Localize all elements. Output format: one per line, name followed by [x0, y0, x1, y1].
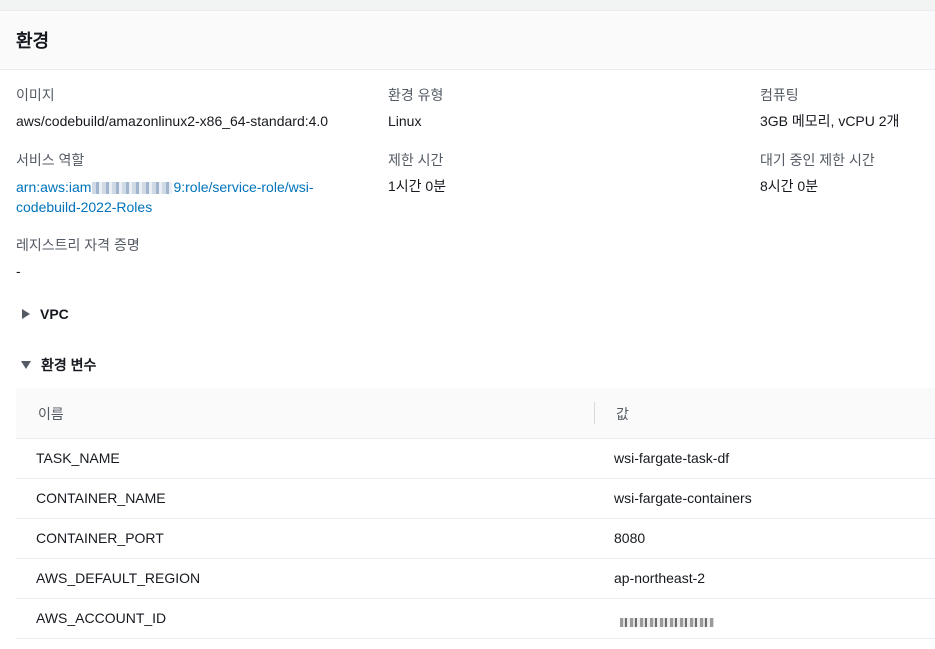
- registry-credential-value: -: [16, 263, 21, 279]
- table-row: AWS_DEFAULT_REGION ap-northeast-2: [16, 559, 935, 599]
- env-var-value: ap-northeast-2: [614, 570, 706, 586]
- redacted-account-id: [92, 182, 173, 195]
- env-vars-table: 이름 값 TASK_NAME wsi-fargate-task-df CONTA…: [16, 388, 935, 639]
- panel-title: 환경: [16, 31, 50, 51]
- image-label: 이미지: [16, 87, 55, 103]
- service-role-field: 서비스 역할 arn:aws:iam 9:role/service-role/ws…: [16, 151, 356, 217]
- env-type-label: 환경 유형: [388, 87, 444, 103]
- caret-right-icon: [22, 309, 30, 319]
- table-row: CONTAINER_PORT 8080: [16, 519, 935, 559]
- table-row: AWS_ACCOUNT_ID: [16, 599, 935, 639]
- queued-timeout-label: 대기 중인 제한 시간: [760, 152, 875, 168]
- service-role-link-wrap: arn:aws:iam 9:role/service-role/wsi-codeb…: [16, 177, 356, 217]
- vpc-expander[interactable]: VPC: [22, 306, 69, 322]
- env-type-value: Linux: [388, 113, 422, 129]
- queued-timeout-value: 8시간 0분: [760, 178, 819, 194]
- table-row: TASK_NAME wsi-fargate-task-df: [16, 439, 935, 479]
- service-role-arn-prefix[interactable]: arn:aws:iam: [16, 179, 91, 195]
- env-var-name: CONTAINER_NAME: [36, 490, 166, 506]
- timeout-field: 제한 시간 1시간 0분: [388, 151, 446, 195]
- env-var-name: TASK_NAME: [36, 450, 120, 466]
- registry-credential-label: 레지스트리 자격 증명: [16, 237, 140, 253]
- redacted-account-id-value: [620, 617, 714, 627]
- env-vars-expander-label: 환경 변수: [41, 357, 97, 373]
- timeout-value: 1시간 0분: [388, 178, 447, 194]
- compute-value: 3GB 메모리, vCPU 2개: [760, 113, 900, 129]
- env-var-value: 8080: [614, 530, 646, 546]
- registry-credential-field: 레지스트리 자격 증명 -: [16, 236, 140, 280]
- service-role-arn-line2[interactable]: codebuild-2022-Roles: [16, 199, 152, 215]
- image-value: aws/codebuild/amazonlinux2-x86_64-standa…: [16, 113, 329, 129]
- table-row: CONTAINER_NAME wsi-fargate-containers: [16, 479, 935, 519]
- table-header: 이름 값: [16, 388, 935, 439]
- image-field: 이미지 aws/codebuild/amazonlinux2-x86_64-st…: [16, 86, 328, 130]
- queued-timeout-field: 대기 중인 제한 시간 8시간 0분: [760, 151, 875, 195]
- env-var-name: CONTAINER_PORT: [36, 530, 164, 546]
- env-var-value: [620, 613, 714, 629]
- service-role-label: 서비스 역할: [16, 152, 85, 168]
- env-var-value: wsi-fargate-task-df: [614, 450, 730, 466]
- env-var-name: AWS_DEFAULT_REGION: [36, 570, 201, 586]
- caret-down-icon: [21, 361, 31, 369]
- column-header-value[interactable]: 값: [616, 404, 629, 424]
- vpc-expander-label: VPC: [40, 306, 69, 322]
- env-var-value: wsi-fargate-containers: [614, 490, 752, 506]
- column-header-name[interactable]: 이름: [38, 404, 64, 424]
- service-role-arn-suffix[interactable]: 9:role/service-role/wsi-: [173, 179, 313, 195]
- column-divider[interactable]: [594, 402, 595, 424]
- env-var-name: AWS_ACCOUNT_ID: [36, 610, 167, 626]
- compute-field: 컴퓨팅 3GB 메모리, vCPU 2개: [760, 86, 899, 130]
- env-vars-expander[interactable]: 환경 변수: [21, 355, 97, 375]
- env-type-field: 환경 유형 Linux: [388, 86, 443, 130]
- timeout-label: 제한 시간: [388, 152, 444, 168]
- service-role-link[interactable]: arn:aws:iam 9:role/service-role/wsi-codeb…: [16, 179, 314, 215]
- compute-label: 컴퓨팅: [760, 87, 799, 103]
- top-strip: [0, 0, 935, 11]
- panel-header: 환경: [0, 11, 935, 70]
